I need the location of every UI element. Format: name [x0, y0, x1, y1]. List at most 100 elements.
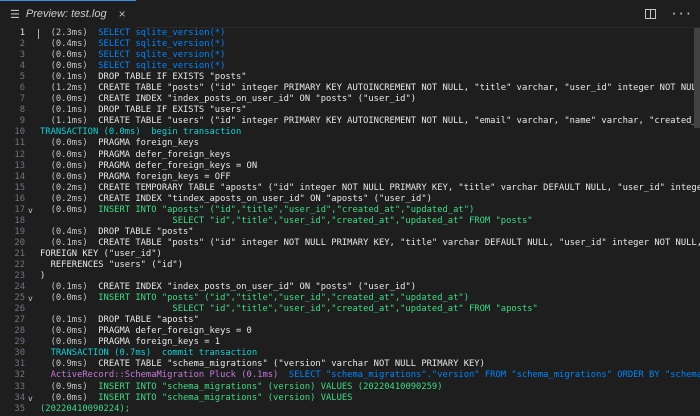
code-line[interactable]: 23): [0, 271, 700, 282]
code-token: PRAGMA defer_foreign_keys = ON: [98, 160, 258, 171]
code-token: FOREIGN KEY ("user_id"): [40, 248, 162, 259]
code-token: (0.0ms): [40, 61, 99, 72]
code-line[interactable]: 11 (0.0ms) PRAGMA foreign_keys: [0, 138, 700, 149]
fold-chevron-icon[interactable]: v: [28, 293, 36, 304]
code-line[interactable]: 6 (1.2ms) CREATE TABLE "posts" ("id" int…: [0, 83, 700, 94]
line-number: 25: [14, 293, 25, 304]
fold-chevron-icon[interactable]: v: [28, 393, 36, 404]
code-line[interactable]: 35 (20220410090224);: [0, 404, 700, 415]
code-token: INSERT INTO "schema_migrations" (version…: [98, 392, 353, 403]
code-token: (0.0ms): [40, 160, 99, 171]
more-actions-icon[interactable]: ···: [670, 7, 692, 21]
code-line[interactable]: 24 (0.1ms) CREATE INDEX "index_posts_on_…: [0, 282, 700, 293]
text-cursor: [38, 29, 39, 39]
line-code: (0.0ms) PRAGMA defer_foreign_keys: [40, 150, 231, 161]
code-line[interactable]: 12 (0.0ms) PRAGMA defer_foreign_keys: [0, 150, 700, 161]
code-token: (0.1ms): [40, 237, 99, 248]
code-token: CREATE TABLE "posts" ("id" integer NOT N…: [98, 237, 700, 248]
line-number: 35: [14, 403, 25, 414]
code-token: (0.0ms): [40, 149, 99, 160]
code-line[interactable]: 3 (0.0ms) SELECT sqlite_version(*): [0, 50, 700, 61]
line-code: (0.0ms) INSERT INTO "posts" ("id","title…: [40, 293, 469, 304]
code-token: (0.9ms): [40, 381, 99, 392]
code-token: DROP TABLE "posts": [98, 226, 194, 237]
code-token: (0.0ms): [40, 326, 99, 337]
code-line[interactable]: 26 SELECT "id","title","user_id","create…: [0, 304, 700, 315]
editor-area[interactable]: 1 (2.3ms) SELECT sqlite_version(*) 2 (0.4…: [0, 28, 700, 416]
line-code: (0.0ms) PRAGMA foreign_keys = OFF: [40, 172, 231, 183]
code-token: begin transaction: [151, 127, 242, 138]
code-token: (1.2ms): [40, 83, 99, 94]
code-line[interactable]: 22 REFERENCES "users" ("id"): [0, 260, 700, 271]
code-token: CREATE INDEX "index_posts_on_user_id" ON…: [98, 94, 417, 105]
code-line[interactable]: 34 v (0.0ms) INSERT INTO "schema_migratio…: [0, 393, 700, 404]
code-token: (0.0ms): [40, 204, 99, 215]
code-line[interactable]: 4 (0.0ms) SELECT sqlite_version(*): [0, 61, 700, 72]
code-token: (0.0ms): [40, 138, 99, 149]
line-code: ActiveRecord::SchemaMigration Pluck (0.1…: [40, 370, 700, 381]
code-token: (0.0ms): [40, 293, 99, 304]
code-line[interactable]: 30 TRANSACTION (0.7ms) commit transactio…: [0, 348, 700, 359]
code-line[interactable]: 25 v (0.0ms) INSERT INTO "posts" ("id","t…: [0, 293, 700, 304]
line-number: 26: [14, 304, 25, 315]
code-token: (1.1ms): [40, 116, 99, 127]
code-line[interactable]: 10 TRANSACTION (0.0ms) begin transaction: [0, 127, 700, 138]
code-line[interactable]: 27 (0.1ms) DROP TABLE "aposts": [0, 315, 700, 326]
code-line[interactable]: 21 FOREIGN KEY ("user_id"): [0, 249, 700, 260]
code-line[interactable]: 2 (0.4ms) SELECT sqlite_version(*): [0, 39, 700, 50]
code-line[interactable]: 16 (0.2ms) CREATE INDEX "tindex_aposts_o…: [0, 194, 700, 205]
code-token: PRAGMA defer_foreign_keys = 0: [98, 326, 252, 337]
code-token: SELECT sqlite_version(*): [98, 50, 226, 61]
line-code: (1.2ms) CREATE TABLE "posts" ("id" integ…: [40, 83, 700, 94]
code-line[interactable]: 1 (2.3ms) SELECT sqlite_version(*): [0, 28, 700, 39]
code-line[interactable]: 31 (0.9ms) CREATE TABLE "schema_migratio…: [0, 359, 700, 370]
line-code: SELECT "id","title","user_id","created_a…: [40, 216, 532, 227]
code-line[interactable]: 20 (0.1ms) CREATE TABLE "posts" ("id" in…: [0, 238, 700, 249]
code-line[interactable]: 32 ActiveRecord::SchemaMigration Pluck (…: [0, 370, 700, 381]
line-number: 8: [19, 105, 25, 116]
line-number: 32: [14, 370, 25, 381]
line-code: (0.1ms) DROP TABLE IF EXISTS "posts": [40, 72, 247, 83]
tab-title: Preview: test.log: [25, 8, 107, 20]
code-token: INSERT INTO "posts" ("id","title","user_…: [98, 293, 469, 304]
code-line[interactable]: 19 (0.4ms) DROP TABLE "posts": [0, 227, 700, 238]
code-line[interactable]: 8 (0.1ms) DROP TABLE IF EXISTS "users": [0, 105, 700, 116]
tab-preview-test-log[interactable]: ☰ Preview: test.log ×: [0, 0, 136, 28]
code-line[interactable]: 29 (0.0ms) PRAGMA foreign_keys = 1: [0, 337, 700, 348]
line-code: (0.2ms) CREATE TEMPORARY TABLE "aposts" …: [40, 183, 700, 194]
code-line[interactable]: 17 v (0.0ms) INSERT INTO "aposts" ("id","…: [0, 205, 700, 216]
code-line[interactable]: 14 (0.0ms) PRAGMA foreign_keys = OFF: [0, 172, 700, 183]
code-token: DROP TABLE IF EXISTS "posts": [98, 72, 247, 83]
close-icon[interactable]: ×: [119, 7, 126, 21]
line-number: 33: [14, 381, 25, 392]
code-line[interactable]: 5 (0.1ms) DROP TABLE IF EXISTS "posts": [0, 72, 700, 83]
code-token: SELECT sqlite_version(*): [98, 39, 226, 50]
code-line[interactable]: 9 (1.1ms) CREATE TABLE "users" ("id" int…: [0, 116, 700, 127]
code-line[interactable]: 7 (0.0ms) CREATE INDEX "index_posts_on_u…: [0, 94, 700, 105]
code-token: INSERT INTO "aposts" ("id","title","user…: [98, 204, 475, 215]
code-line[interactable]: 18 SELECT "id","title","user_id","create…: [0, 216, 700, 227]
line-code: (0.0ms) INSERT INTO "schema_migrations" …: [40, 392, 353, 404]
code-token: (0.0ms): [40, 50, 99, 61]
code-token: PRAGMA foreign_keys = OFF: [98, 171, 231, 182]
line-code: (0.0ms) PRAGMA foreign_keys = 1: [40, 337, 221, 348]
code-line[interactable]: 33 (0.9ms) INSERT INTO "schema_migration…: [0, 382, 700, 393]
code-line[interactable]: 13 (0.0ms) PRAGMA defer_foreign_keys = O…: [0, 161, 700, 172]
vertical-scrollbar[interactable]: [694, 28, 700, 128]
line-code: (0.1ms) DROP TABLE "aposts": [40, 315, 199, 326]
line-number: 17: [14, 204, 25, 215]
line-number: 7: [19, 94, 25, 105]
line-code: (2.3ms) SELECT sqlite_version(*): [40, 28, 226, 39]
line-number: 12: [14, 149, 25, 160]
line-code: (1.1ms) CREATE TABLE "users" ("id" integ…: [40, 116, 700, 127]
code-line[interactable]: 15 (0.2ms) CREATE TEMPORARY TABLE "apost…: [0, 183, 700, 194]
fold-chevron-icon[interactable]: v: [28, 205, 36, 216]
line-number: 15: [14, 182, 25, 193]
code-line[interactable]: 28 (0.0ms) PRAGMA defer_foreign_keys = 0: [0, 326, 700, 337]
code-token: (0.0ms): [40, 94, 99, 105]
split-editor-icon[interactable]: [645, 8, 657, 19]
line-number: 14: [14, 171, 25, 182]
line-code: (0.4ms) DROP TABLE "posts": [40, 227, 194, 238]
line-code: (0.0ms) SELECT sqlite_version(*): [40, 50, 226, 61]
code-token: PRAGMA defer_foreign_keys: [98, 149, 231, 160]
